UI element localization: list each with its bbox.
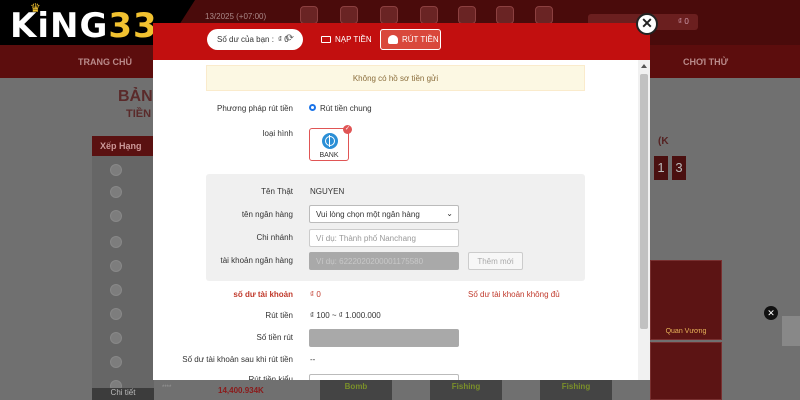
bank-option-label: BANK bbox=[319, 152, 339, 159]
header-icon[interactable] bbox=[300, 6, 318, 24]
account-balance-label: số dư tài khoản bbox=[233, 290, 293, 299]
medal-icon bbox=[110, 164, 122, 176]
withdraw-password-label: Rút tiền kiểu bbox=[248, 375, 293, 380]
withdraw-modal: Số dư của bạn : ₫ 0 ⟳ NẠP TIỀN RÚT TIỀN K… bbox=[153, 23, 650, 380]
tab-withdraw[interactable]: RÚT TIỀN bbox=[380, 29, 441, 50]
bank-type-option[interactable]: ✓ BANK bbox=[309, 125, 352, 161]
side-panel bbox=[782, 316, 800, 346]
withdraw-password-select[interactable] bbox=[309, 374, 459, 380]
game-tile[interactable]: Quan Vương bbox=[650, 260, 722, 340]
page-subtitle: TIỀN bbox=[126, 108, 152, 120]
card-icon bbox=[321, 36, 331, 43]
bank-select[interactable]: Vui lòng chọn một ngân hàng ⌄ bbox=[309, 205, 459, 223]
modal-header: Số dư của bạn : ₫ 0 ⟳ NẠP TIỀN RÚT TIỀN bbox=[153, 23, 650, 60]
medal-icon bbox=[110, 210, 122, 222]
site-logo: ♛ KiNG33 bbox=[10, 1, 158, 46]
scroll-up-icon[interactable] bbox=[641, 64, 647, 68]
branch-input[interactable]: Ví dụ: Thành phố Nanchang bbox=[309, 229, 459, 247]
header-icon[interactable] bbox=[380, 6, 398, 24]
medal-icon bbox=[110, 356, 122, 368]
medal-icon bbox=[110, 332, 122, 344]
deposit-notice: Không có hồ sơ tiền gửi bbox=[206, 65, 585, 91]
real-name-value: NGUYEN bbox=[310, 187, 345, 196]
winner-amount: 14,400.934K bbox=[218, 386, 264, 395]
withdraw-range-value: ₫ 100 ~ ₫ 1.000.000 bbox=[310, 311, 381, 320]
insufficient-balance-warning: Số dư tài khoản không đủ bbox=[468, 290, 560, 299]
balance-after-value: -- bbox=[310, 355, 316, 364]
money-bag-icon bbox=[388, 35, 398, 44]
check-icon: ✓ bbox=[343, 125, 352, 134]
globe-icon bbox=[322, 133, 338, 149]
balance-after-label: Số dư tài khoản sau khi rút tiền bbox=[182, 355, 293, 364]
nav-demo[interactable]: CHƠI THỬ bbox=[683, 57, 728, 67]
close-modal-button[interactable]: ✕ bbox=[636, 13, 658, 35]
modal-scrollbar[interactable] bbox=[638, 60, 650, 380]
balance-label: Số dư của bạn : bbox=[217, 35, 274, 44]
game-tile[interactable] bbox=[650, 342, 722, 400]
add-account-button[interactable]: Thêm mới bbox=[468, 252, 523, 270]
page-title: BẢN bbox=[118, 88, 153, 105]
crown-icon: ♛ bbox=[30, 1, 42, 15]
header-icon[interactable] bbox=[535, 6, 553, 24]
nav-home[interactable]: TRANG CHỦ bbox=[78, 57, 132, 67]
method-label: Phương pháp rút tiền bbox=[217, 104, 293, 113]
method-radio[interactable] bbox=[309, 104, 316, 111]
withdraw-range-label: Rút tiền bbox=[265, 311, 293, 320]
refresh-icon[interactable]: ⟳ bbox=[286, 33, 294, 44]
balance-pill: Số dư của bạn : ₫ 0 ⟳ bbox=[207, 29, 303, 50]
ranking-header: Xếp Hạng bbox=[92, 136, 154, 156]
account-number-input[interactable]: Ví dụ: 6222020200001175580 bbox=[309, 252, 459, 270]
medal-icon bbox=[110, 308, 122, 320]
header-date: 13/2025 (+07:00) bbox=[205, 12, 267, 21]
bank-name-label: tên ngân hàng bbox=[241, 210, 293, 219]
close-icon[interactable]: ✕ bbox=[764, 306, 778, 320]
medal-icon bbox=[110, 284, 122, 296]
real-name-label: Tên Thật bbox=[261, 187, 293, 196]
header-icon[interactable] bbox=[496, 6, 514, 24]
ranking-panel: Xếp Hạng bbox=[92, 136, 154, 400]
scrollbar-thumb[interactable] bbox=[640, 74, 648, 329]
withdraw-amount-input[interactable] bbox=[309, 329, 459, 347]
chevron-down-icon: ⌄ bbox=[446, 209, 453, 218]
branch-label: Chi nhánh bbox=[256, 233, 293, 242]
header-icon[interactable] bbox=[340, 6, 358, 24]
ranking-footer[interactable]: Chi tiết bbox=[92, 388, 154, 400]
type-label: loại hình bbox=[262, 129, 293, 138]
header-icon[interactable] bbox=[420, 6, 438, 24]
tab-deposit[interactable]: NẠP TIỀN bbox=[321, 31, 372, 50]
withdraw-amount-label: Số tiền rút bbox=[256, 333, 293, 342]
account-number-label: tài khoản ngân hàng bbox=[220, 256, 293, 265]
account-balance-value: ₫ 0 bbox=[310, 290, 321, 299]
jackpot-counter: (K 1 3 bbox=[650, 136, 690, 184]
winner-user: **** bbox=[162, 385, 172, 391]
method-value: Rút tiền chung bbox=[320, 104, 372, 113]
header-icon[interactable] bbox=[458, 6, 476, 24]
medal-icon bbox=[110, 260, 122, 272]
medal-icon bbox=[110, 236, 122, 248]
medal-icon bbox=[110, 186, 122, 198]
